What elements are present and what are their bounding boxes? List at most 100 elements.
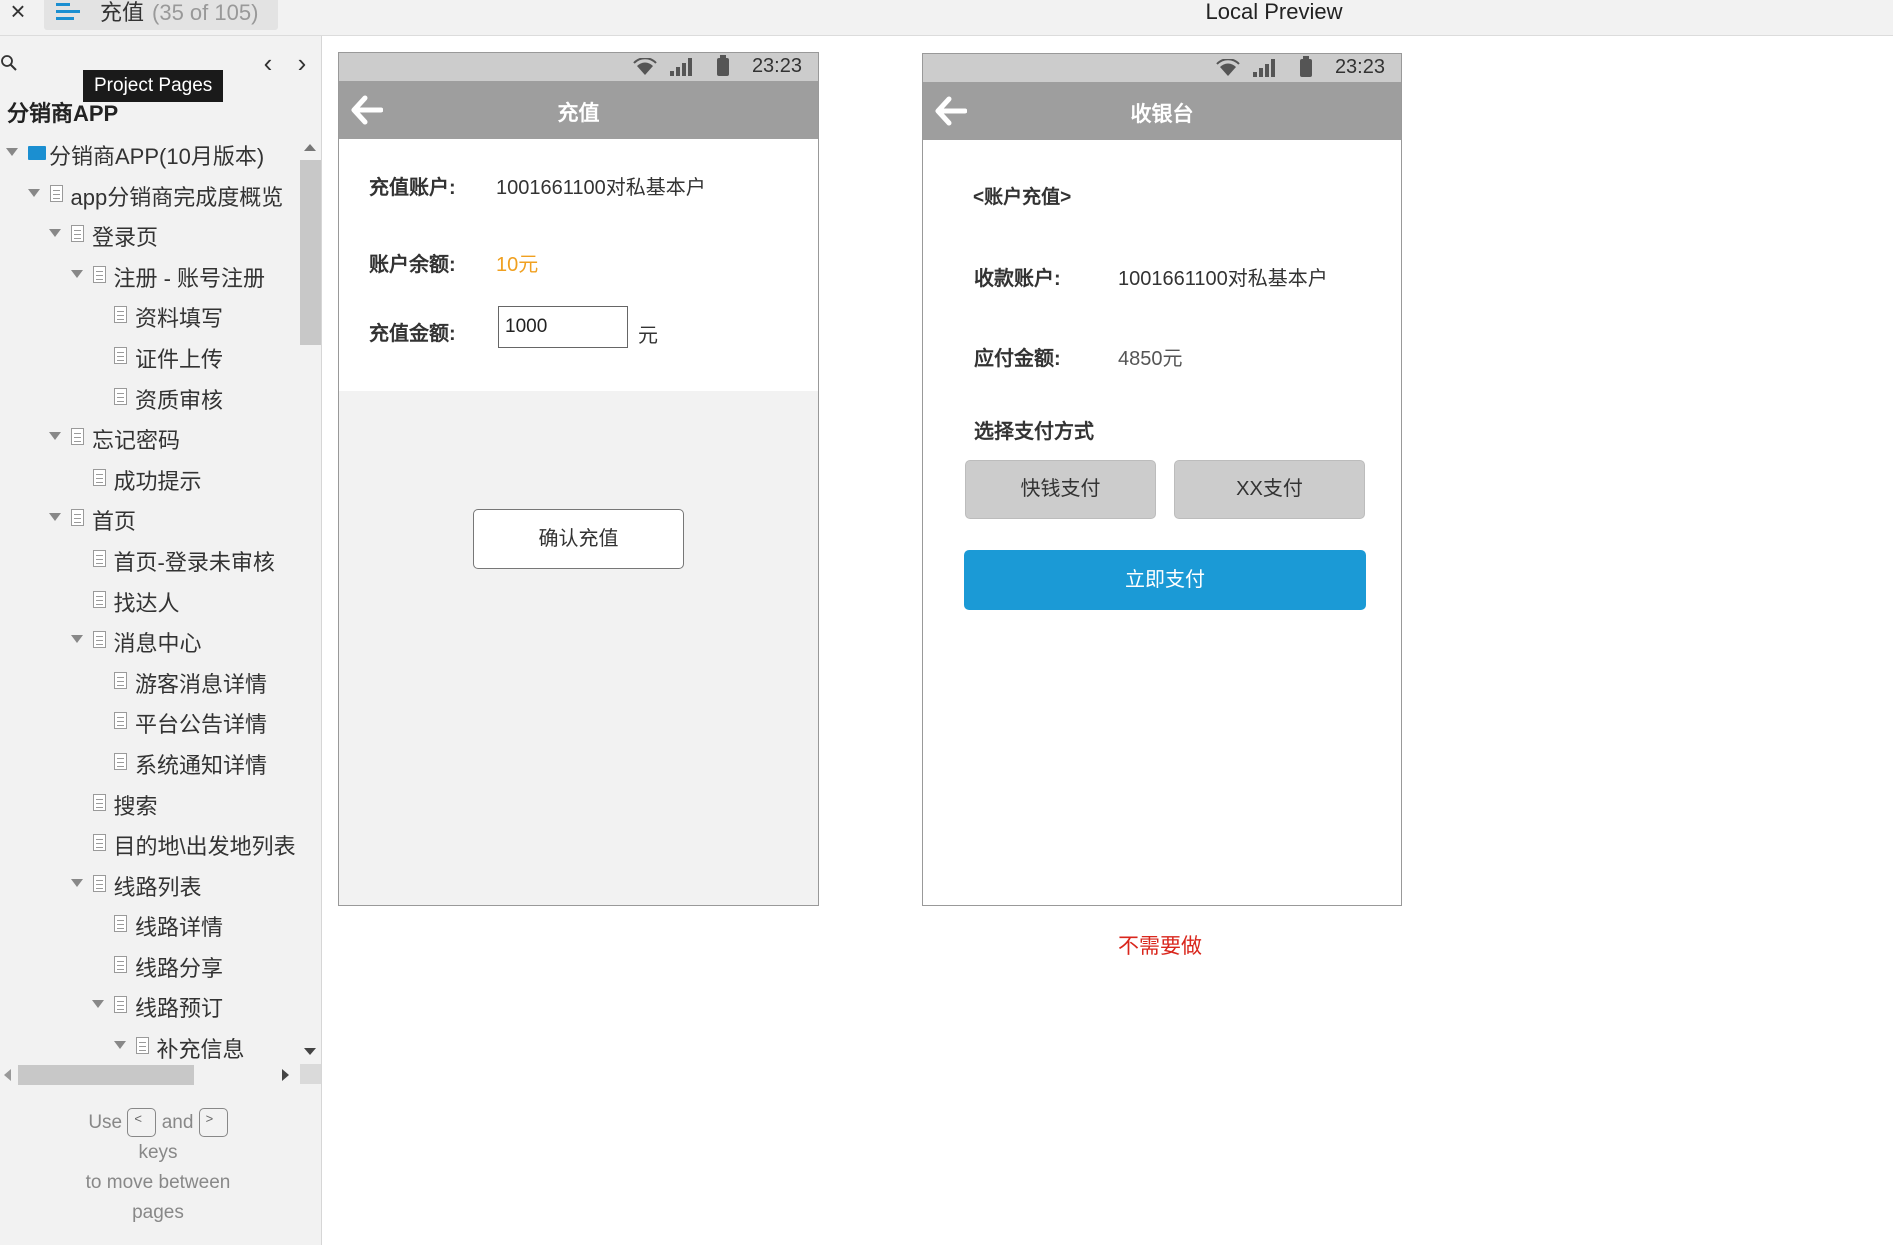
tree-item[interactable]: app分销商完成度概览 (0, 175, 298, 216)
expand-toggle-icon[interactable] (27, 188, 40, 197)
tree-item[interactable]: 平台公告详情 (0, 702, 298, 743)
tree-item-label: 系统通知详情 (135, 752, 268, 778)
right-key-icon: > (198, 1108, 228, 1138)
status-bar: 23:23 (339, 53, 818, 81)
tree-item[interactable]: 系统通知详情 (0, 743, 298, 784)
signal-icon (1253, 59, 1277, 77)
expand-toggle-icon[interactable] (49, 513, 61, 522)
tree-item[interactable]: 首页 (0, 499, 298, 540)
page-icon (49, 184, 63, 202)
pay-option-kuaiqian-button[interactable]: 快钱支付 (965, 460, 1156, 519)
page-icon (92, 793, 106, 811)
page-icon (114, 915, 127, 933)
page-icon (92, 549, 106, 567)
tree-item-label: 搜索 (113, 793, 158, 819)
tree-item[interactable]: 线路分享 (0, 946, 298, 987)
confirm-recharge-button[interactable]: 确认充值 (473, 509, 684, 569)
expand-toggle-icon[interactable] (70, 878, 83, 887)
signal-icon (670, 58, 694, 76)
scrollbar-corner (300, 1064, 321, 1084)
page-icon (92, 834, 106, 852)
expand-toggle-icon[interactable] (113, 1041, 126, 1050)
tree-item[interactable]: 线路详情 (0, 905, 298, 946)
tree-item-label: 平台公告详情 (135, 712, 268, 738)
tree-item[interactable]: 登录页 (0, 215, 298, 256)
expand-toggle-icon[interactable] (49, 229, 61, 238)
tree-item[interactable]: 目的地\出发地列表 (0, 824, 298, 865)
amount-unit: 元 (638, 325, 658, 347)
next-page-button[interactable]: › (292, 48, 312, 79)
expand-toggle-icon[interactable] (92, 1000, 104, 1009)
page-icon (92, 874, 106, 892)
tree-item-label: 找达人 (113, 590, 180, 616)
vertical-scrollbar-thumb[interactable] (300, 160, 321, 345)
tree-item[interactable]: 首页-登录未审核 (0, 540, 298, 581)
annotation-note: 不需要做 (1118, 935, 1202, 958)
page-icon (71, 225, 84, 243)
expand-toggle-icon[interactable] (6, 148, 18, 156)
tree-item-label: 目的地\出发地列表 (113, 834, 296, 860)
tree-item[interactable]: 资质审核 (0, 378, 298, 419)
battery-icon (717, 55, 729, 76)
preview-title: Local Preview (1205, 0, 1343, 24)
tree-item[interactable]: 消息中心 (0, 621, 298, 662)
expand-toggle-icon[interactable] (70, 269, 83, 278)
tree-item-label: 线路预订 (135, 996, 224, 1022)
page-icon (71, 509, 84, 527)
tree-item[interactable]: 忘记密码 (0, 418, 298, 459)
prev-page-button[interactable]: ‹ (258, 48, 278, 79)
project-name: 分销商APP (7, 101, 119, 126)
tree-item[interactable]: 线路预订 (0, 986, 298, 1027)
horizontal-scrollbar-thumb[interactable] (18, 1065, 194, 1085)
checkout-phone-screen: 23:23 收银台 <账户充值> 收款账户: 1001661100对私基本户 应… (922, 53, 1402, 906)
page-icon (114, 306, 127, 324)
payee-label: 收款账户: (974, 268, 1061, 290)
page-icon (114, 996, 127, 1014)
hint-line4: pages (132, 1202, 184, 1223)
page-icon (114, 346, 127, 364)
tree-item-label: 首页-登录未审核 (113, 549, 275, 575)
expand-toggle-icon[interactable] (70, 635, 83, 644)
search-icon[interactable] (0, 54, 20, 74)
tree-item[interactable]: 游客消息详情 (0, 662, 298, 703)
status-time: 23:23 (1334, 56, 1385, 78)
page-icon (71, 428, 84, 446)
tree-item-label: 登录页 (92, 225, 159, 251)
scroll-up-arrow-icon[interactable] (304, 144, 316, 151)
tree-item[interactable]: 注册 - 账号注册 (0, 256, 298, 297)
page-icon (114, 752, 127, 770)
amount-input[interactable] (498, 306, 628, 348)
tree-item-label: 分销商APP(10月版本) (49, 144, 265, 169)
folder-icon (28, 146, 46, 160)
tree-item[interactable]: 找达人 (0, 581, 298, 622)
tree-item-label: 注册 - 账号注册 (113, 265, 266, 291)
top-bar: × 充值 (35 of 105) Local Preview (0, 0, 1893, 36)
account-value: 1001661100对私基本户 (496, 177, 706, 199)
page-icon (92, 631, 106, 649)
project-pages-sidebar: Project Pages ‹ › 分销商APP 分销商APP(10月版本) ap… (0, 36, 322, 1245)
scroll-down-arrow-icon[interactable] (304, 1048, 316, 1055)
scroll-right-arrow-icon[interactable] (282, 1069, 289, 1081)
tree-item-label: 补充信息 (156, 1037, 245, 1062)
tree-item[interactable]: 资料填写 (0, 296, 298, 337)
tree-item[interactable]: 补充信息 (0, 1027, 298, 1062)
wifi-icon (1216, 59, 1240, 76)
scroll-left-arrow-icon[interactable] (4, 1069, 11, 1081)
tree-item-label: 忘记密码 (92, 428, 181, 454)
expand-toggle-icon[interactable] (49, 432, 61, 441)
tree-item-label: 证件上传 (135, 346, 224, 372)
battery-icon (1300, 56, 1312, 77)
tree-item[interactable]: 搜索 (0, 784, 298, 825)
tree-item-label: 游客消息详情 (135, 671, 268, 697)
tree-item[interactable]: 成功提示 (0, 459, 298, 500)
page-icon (92, 265, 106, 283)
tree-item[interactable]: 线路列表 (0, 865, 298, 906)
account-label: 充值账户: (369, 177, 456, 199)
tree-item[interactable]: 证件上传 (0, 337, 298, 378)
tree-item-label: 首页 (92, 509, 137, 535)
tree-item[interactable]: 分销商APP(10月版本) (0, 134, 298, 175)
hint-and: and (161, 1112, 194, 1133)
status-time: 23:23 (751, 55, 802, 77)
pay-now-button[interactable]: 立即支付 (964, 550, 1366, 610)
pay-option-xx-button[interactable]: XX支付 (1174, 460, 1365, 519)
